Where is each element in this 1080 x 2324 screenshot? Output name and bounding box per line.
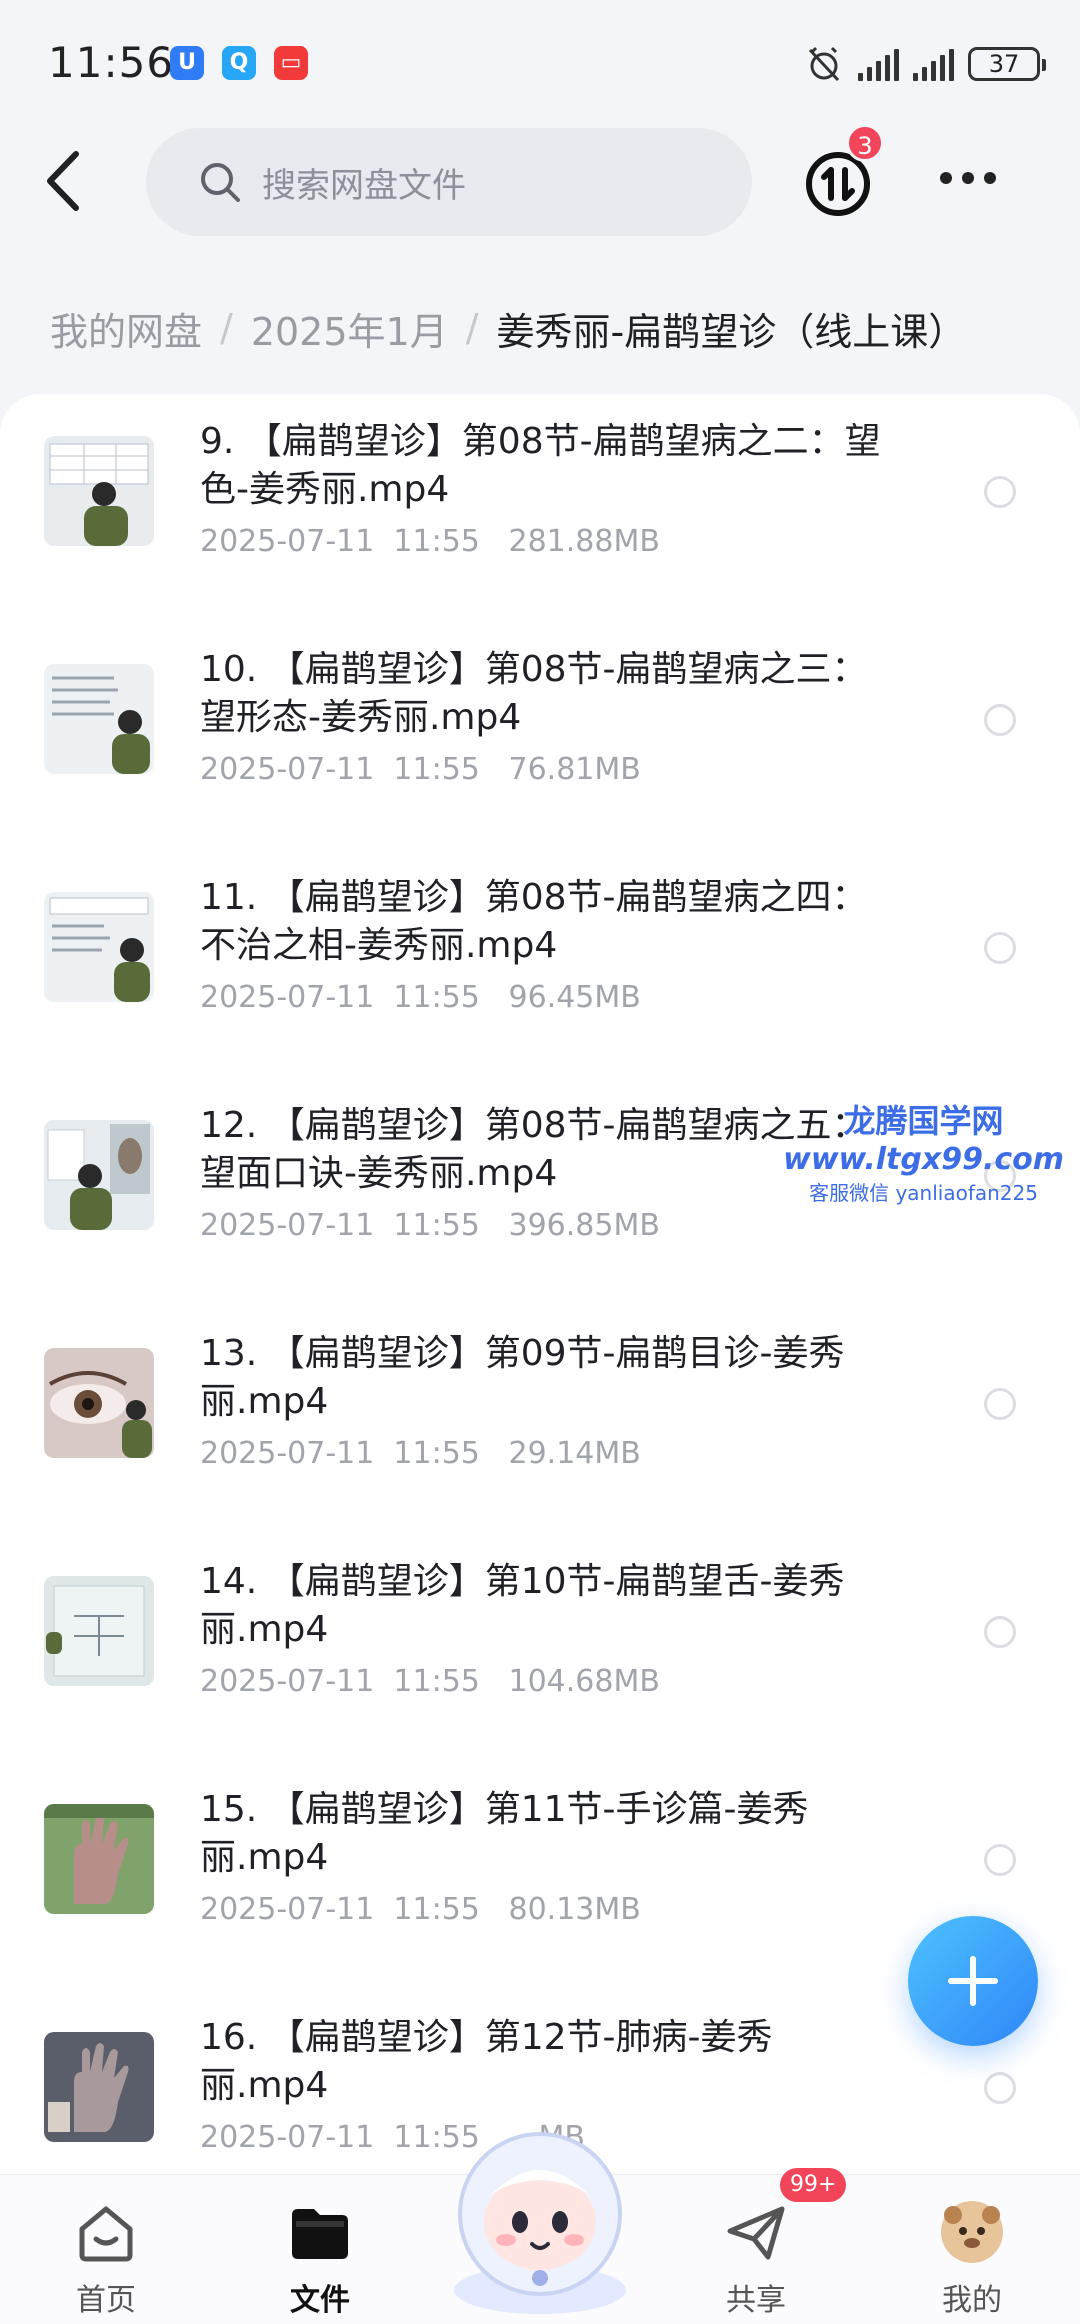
file-meta: 2025-07-11 11:55 96.45MB bbox=[200, 980, 641, 1015]
signal-icon bbox=[858, 47, 899, 81]
file-size: 281.88MB bbox=[508, 524, 660, 559]
file-size: 96.45MB bbox=[508, 980, 641, 1015]
video-thumbnail bbox=[44, 1348, 154, 1458]
breadcrumb-folder[interactable]: 2025年1月 bbox=[251, 301, 448, 356]
video-thumbnail bbox=[44, 664, 154, 774]
video-thumbnail bbox=[44, 1120, 154, 1230]
red-app-icon: ▭ bbox=[274, 46, 308, 80]
video-thumbnail bbox=[44, 1576, 154, 1686]
video-thumbnail bbox=[44, 1804, 154, 1914]
breadcrumb: 我的网盘 / 2025年1月 / 姜秀丽-扁鹊望诊（线上课） bbox=[50, 298, 966, 358]
file-meta: 2025-07-11 11:55 76.81MB bbox=[200, 752, 641, 787]
breadcrumb-separator: / bbox=[220, 306, 233, 350]
signal-2-icon bbox=[913, 47, 954, 81]
file-date: 2025-07-11 11:55 bbox=[200, 980, 480, 1015]
dot-icon bbox=[962, 172, 974, 184]
file-size: 104.68MB bbox=[508, 1664, 660, 1699]
file-meta: 2025-07-11 11:55 396.85MB bbox=[200, 1208, 660, 1243]
tab-share[interactable]: 共享 bbox=[686, 2195, 826, 2318]
transfer-count-badge: 3 bbox=[846, 124, 884, 162]
home-icon bbox=[79, 2206, 133, 2262]
search-icon bbox=[201, 163, 240, 202]
file-row[interactable]: 14. 【扁鹊望诊】第10节-扁鹊望舌-姜秀丽.mp4 2025-07-11 1… bbox=[0, 1534, 1080, 1762]
file-date: 2025-07-11 11:55 bbox=[200, 1436, 480, 1471]
clock: 11:56 bbox=[48, 38, 175, 87]
file-title: 15. 【扁鹊望诊】第11节-手诊篇-姜秀丽.mp4 bbox=[200, 1789, 809, 1878]
file-date: 2025-07-11 11:55 bbox=[200, 524, 480, 559]
file-title: 11. 【扁鹊望诊】第08节-扁鹊望病之四：不治之相-姜秀丽.mp4 bbox=[200, 877, 868, 966]
assistant-mascot-icon[interactable] bbox=[438, 2110, 642, 2314]
file-row[interactable]: 9. 【扁鹊望诊】第08节-扁鹊望病之二：望色-姜秀丽.mp4 2025-07-… bbox=[0, 394, 1080, 622]
tab-share-label: 共享 bbox=[726, 2283, 786, 2318]
select-checkbox[interactable] bbox=[984, 476, 1016, 508]
file-meta: 2025-07-11 11:55 29.14MB bbox=[200, 1436, 641, 1471]
share-count-badge: 99+ bbox=[780, 2168, 847, 2202]
search-placeholder: 搜索网盘文件 bbox=[262, 165, 466, 206]
file-date: 2025-07-11 11:55 bbox=[200, 1208, 480, 1243]
file-list: 9. 【扁鹊望诊】第08节-扁鹊望病之二：望色-姜秀丽.mp4 2025-07-… bbox=[0, 394, 1080, 2174]
file-row[interactable]: 11. 【扁鹊望诊】第08节-扁鹊望病之四：不治之相-姜秀丽.mp4 2025-… bbox=[0, 850, 1080, 1078]
file-meta: 2025-07-11 11:55 80.13MB bbox=[200, 1892, 641, 1927]
select-checkbox[interactable] bbox=[984, 1388, 1016, 1420]
dot-icon bbox=[940, 172, 952, 184]
folder-icon bbox=[292, 2209, 348, 2259]
file-size: 29.14MB bbox=[508, 1436, 641, 1471]
search-app-icon: Q bbox=[222, 46, 256, 80]
more-options-button[interactable] bbox=[940, 172, 996, 184]
tab-files-label: 文件 bbox=[290, 2283, 350, 2318]
video-thumbnail bbox=[44, 2032, 154, 2142]
watermark: 龙腾国学网 www.ltgx99.com 客服微信 yanliaofan225 bbox=[783, 1096, 1064, 1206]
tab-home-label: 首页 bbox=[76, 2283, 136, 2318]
file-row[interactable]: 10. 【扁鹊望诊】第08节-扁鹊望病之三：望形态-姜秀丽.mp4 2025-0… bbox=[0, 622, 1080, 850]
blue-app-icon: U bbox=[170, 46, 204, 80]
file-title: 10. 【扁鹊望诊】第08节-扁鹊望病之三：望形态-姜秀丽.mp4 bbox=[200, 649, 868, 738]
add-button[interactable] bbox=[908, 1916, 1038, 2046]
file-title: 13. 【扁鹊望诊】第09节-扁鹊目诊-姜秀丽.mp4 bbox=[200, 1333, 845, 1422]
tab-me[interactable]: 我的 bbox=[902, 2195, 1042, 2318]
video-thumbnail bbox=[44, 892, 154, 1002]
file-size: 396.85MB bbox=[508, 1208, 660, 1243]
file-meta: 2025-07-11 11:55 281.88MB bbox=[200, 524, 660, 559]
paper-plane-icon bbox=[727, 2206, 785, 2260]
file-date: 2025-07-11 11:55 bbox=[200, 752, 480, 787]
tab-me-label: 我的 bbox=[942, 2283, 1002, 2318]
select-checkbox[interactable] bbox=[984, 2072, 1016, 2104]
file-title: 14. 【扁鹊望诊】第10节-扁鹊望舌-姜秀丽.mp4 bbox=[200, 1561, 845, 1650]
status-bar: 11:56 U Q ▭ 37 bbox=[0, 0, 1080, 120]
watermark-url: www.ltgx99.com bbox=[783, 1142, 1064, 1177]
search-input[interactable]: 搜索网盘文件 bbox=[146, 128, 752, 236]
dot-icon bbox=[984, 172, 996, 184]
avatar bbox=[941, 2201, 1003, 2263]
file-title: 16. 【扁鹊望诊】第12节-肺病-姜秀丽.mp4 bbox=[200, 2017, 773, 2106]
file-date: 2025-07-11 11:55 bbox=[200, 1664, 480, 1699]
select-checkbox[interactable] bbox=[984, 1616, 1016, 1648]
file-size: 76.81MB bbox=[508, 752, 641, 787]
tab-files[interactable]: 文件 bbox=[250, 2195, 390, 2318]
select-checkbox[interactable] bbox=[984, 704, 1016, 736]
file-title: 9. 【扁鹊望诊】第08节-扁鹊望病之二：望色-姜秀丽.mp4 bbox=[200, 421, 881, 510]
watermark-title: 龙腾国学网 bbox=[843, 1102, 1004, 1140]
battery-icon: 37 bbox=[968, 47, 1046, 81]
breadcrumb-separator: / bbox=[465, 306, 479, 350]
watermark-contact: 客服微信 yanliaofan225 bbox=[809, 1181, 1038, 1205]
file-date: 2025-07-11 11:55 bbox=[200, 1892, 480, 1927]
select-checkbox[interactable] bbox=[984, 1844, 1016, 1876]
file-size: 80.13MB bbox=[508, 1892, 641, 1927]
back-arrow-icon[interactable] bbox=[36, 146, 92, 216]
select-checkbox[interactable] bbox=[984, 932, 1016, 964]
video-thumbnail bbox=[44, 436, 154, 546]
tab-home[interactable]: 首页 bbox=[36, 2195, 176, 2318]
alarm-off-icon bbox=[808, 46, 840, 82]
file-row[interactable]: 13. 【扁鹊望诊】第09节-扁鹊目诊-姜秀丽.mp4 2025-07-11 1… bbox=[0, 1306, 1080, 1534]
file-meta: 2025-07-11 11:55 104.68MB bbox=[200, 1664, 660, 1699]
breadcrumb-root[interactable]: 我的网盘 bbox=[50, 301, 202, 356]
breadcrumb-current: 姜秀丽-扁鹊望诊（线上课） bbox=[496, 309, 967, 354]
